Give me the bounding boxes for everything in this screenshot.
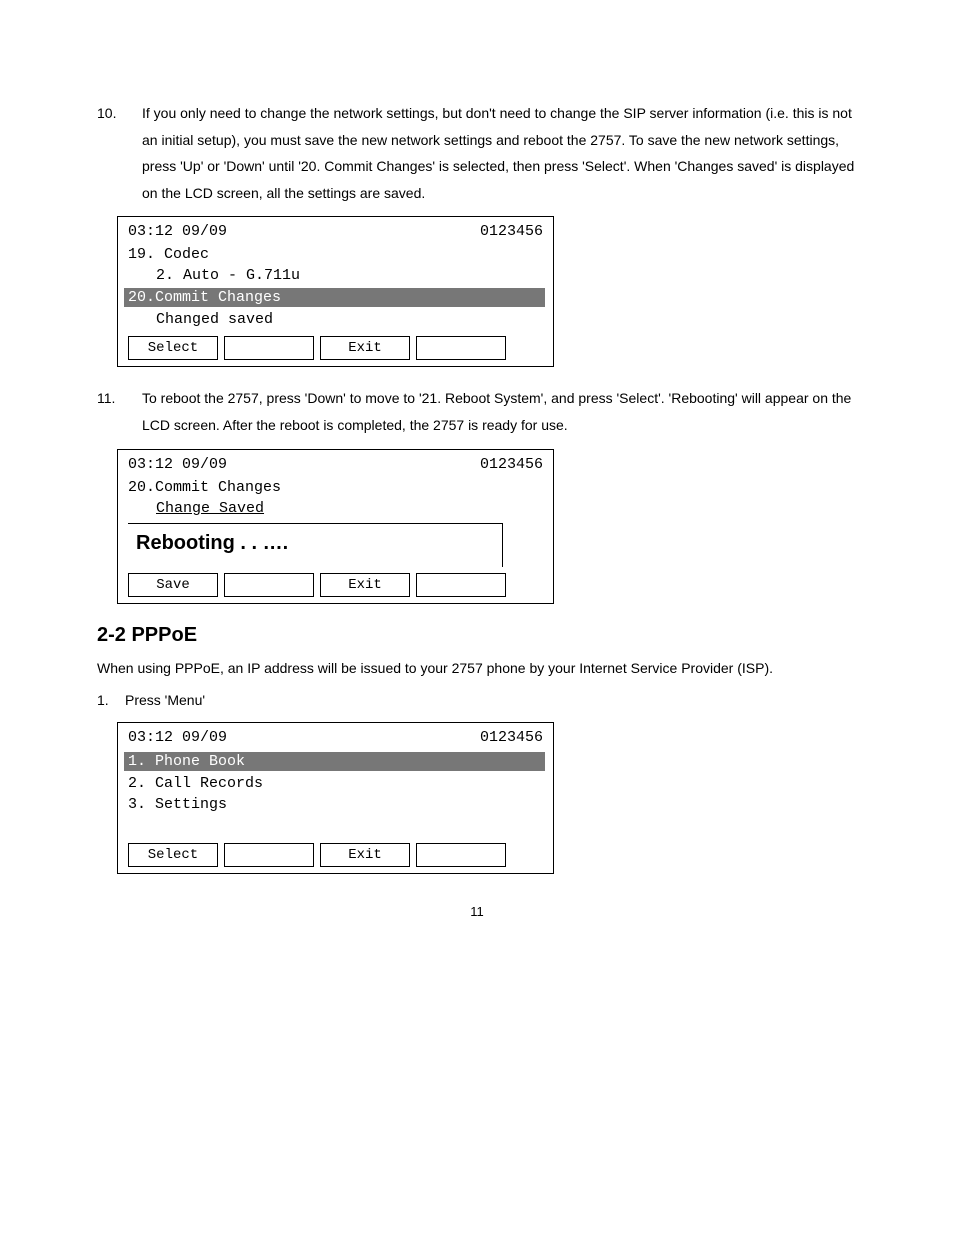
substep-number: 1. — [97, 687, 125, 714]
step-text: If you only need to change the network s… — [142, 100, 857, 206]
softkey-row: Select Exit — [118, 843, 553, 869]
softkey-row: Select Exit — [118, 336, 553, 362]
lcd-line: Changed saved — [118, 309, 553, 330]
lcd-line: Change Saved — [118, 498, 553, 519]
softkey-exit: Exit — [320, 573, 410, 597]
lcd-highlighted-item: 20.Commit Changes — [124, 288, 545, 307]
lcd-time: 03:12 09/09 — [128, 223, 227, 240]
softkey-blank — [224, 573, 314, 597]
step-number: 10. — [97, 100, 142, 206]
lcd-time: 03:12 09/09 — [128, 456, 227, 473]
softkey-select: Select — [128, 336, 218, 360]
softkey-exit: Exit — [320, 336, 410, 360]
softkey-blank — [224, 336, 314, 360]
lcd-id: 0123456 — [480, 223, 543, 240]
softkey-exit: Exit — [320, 843, 410, 867]
lcd-time: 03:12 09/09 — [128, 729, 227, 746]
page-number: 11 — [97, 904, 857, 919]
softkey-row: Save Exit — [118, 573, 553, 599]
lcd-line: 19. Codec — [118, 244, 553, 265]
step-11: 11. To reboot the 2757, press 'Down' to … — [97, 385, 857, 438]
lcd-screen-2: 03:12 09/09 0123456 20.Commit Changes Ch… — [117, 449, 554, 604]
softkey-blank — [416, 843, 506, 867]
step-number: 11. — [97, 385, 142, 438]
lcd-rebooting-box: Rebooting . . …. — [128, 523, 503, 567]
lcd-screen-1: 03:12 09/09 0123456 19. Codec 2. Auto - … — [117, 216, 554, 367]
softkey-blank — [416, 336, 506, 360]
step-text: To reboot the 2757, press 'Down' to move… — [142, 385, 857, 438]
substep-text: Press 'Menu' — [125, 687, 205, 714]
softkey-save: Save — [128, 573, 218, 597]
softkey-select: Select — [128, 843, 218, 867]
lcd-line: 2. Auto - G.711u — [118, 265, 553, 286]
lcd-line: 20.Commit Changes — [118, 477, 553, 498]
lcd-id: 0123456 — [480, 729, 543, 746]
softkey-blank — [416, 573, 506, 597]
lcd-line: 3. Settings — [118, 794, 553, 815]
lcd-screen-3: 03:12 09/09 0123456 1. Phone Book 2. Cal… — [117, 722, 554, 874]
lcd-line: 2. Call Records — [118, 773, 553, 794]
step-10: 10. If you only need to change the netwo… — [97, 100, 857, 206]
lcd-id: 0123456 — [480, 456, 543, 473]
section-heading: 2-2 PPPoE — [97, 624, 857, 647]
section-body: When using PPPoE, an IP address will be … — [97, 655, 857, 682]
lcd-highlighted-item: 1. Phone Book — [124, 752, 545, 771]
softkey-blank — [224, 843, 314, 867]
substep-1: 1. Press 'Menu' — [97, 687, 857, 714]
